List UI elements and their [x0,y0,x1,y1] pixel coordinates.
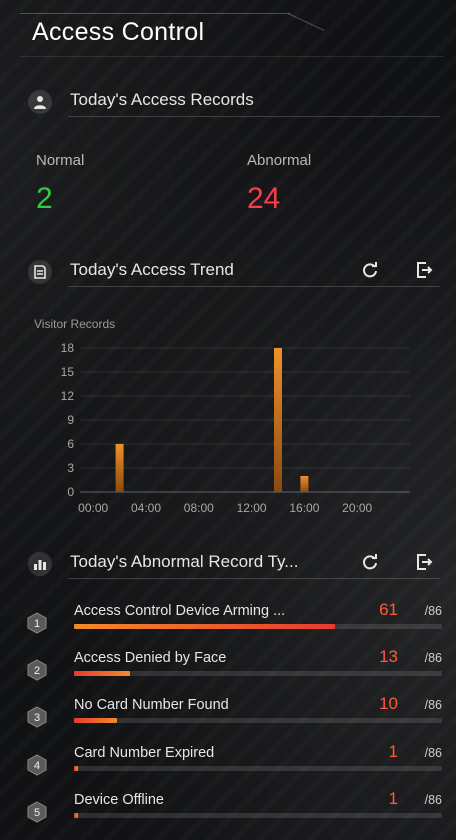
y-axis-label: Visitor Records [34,317,115,331]
progress-track [74,766,442,771]
list-item[interactable]: 5 Device Offline 1/86 [26,787,446,827]
x-tick-label: 16:00 [289,501,319,515]
export-icon [417,262,433,278]
user-icon [28,90,52,114]
section-title: Today's Access Trend [70,260,234,279]
refresh-button[interactable] [358,550,382,574]
section-title: Today's Abnormal Record Ty... [70,552,299,571]
rank-badge: 3 [27,706,47,728]
list-item[interactable]: 1 Access Control Device Arming ... 61/86 [26,598,446,638]
chart-svg: Visitor Records 0 3 6 9 12 15 18 00:00 04:00 08:00… [34,317,410,515]
item-label: No Card Number Found [74,697,229,713]
item-label: Access Control Device Arming ... [74,603,286,619]
item-count: 1 [388,789,398,808]
refresh-button[interactable] [358,258,382,282]
normal-count: 2 [36,182,53,215]
section-access-records: Today's Access Records [28,88,444,118]
list-item[interactable]: 4 Card Number Expired 1/86 [26,740,446,780]
section-divider [68,116,440,117]
section-divider [68,578,440,579]
rank-number: 2 [34,665,40,677]
progress-track [74,671,442,676]
item-count: 61 [379,600,398,619]
export-button[interactable] [412,550,436,574]
rank-badge: 4 [27,754,47,776]
rank-badge: 5 [27,801,47,823]
list-item[interactable]: 2 Access Denied by Face 13/86 [26,645,446,685]
refresh-icon [363,554,377,570]
progress-track [74,718,442,723]
progress-fill [74,671,130,676]
item-label: Device Offline [74,792,164,808]
progress-fill [74,718,117,723]
item-total: /86 [424,604,442,618]
item-total: /86 [424,746,442,760]
page-title: Access Control [32,18,205,46]
section-divider [68,286,440,287]
access-trend-chart: Visitor Records 0 3 6 9 12 15 18 00:00 04:00 08:00… [30,312,446,522]
panel-header: Access Control [20,8,444,57]
progress-track [74,624,442,629]
progress-track [74,813,442,818]
item-total: /86 [424,793,442,807]
bar [115,444,124,492]
normal-label: Normal [36,152,85,169]
x-tick-label: 00:00 [78,501,108,515]
rank-number: 5 [34,807,40,819]
section-abnormal-types: Today's Abnormal Record Ty... [28,550,444,580]
header-underline [20,56,444,57]
list-item[interactable]: 3 No Card Number Found 10/86 [26,692,446,732]
y-tick-label: 3 [67,461,74,475]
refresh-icon [363,262,377,278]
header-divider [20,13,290,14]
item-total: /86 [424,698,442,712]
item-total: /86 [424,651,442,665]
document-icon [28,260,52,284]
y-tick-label: 9 [67,413,74,427]
abnormal-label: Abnormal [247,152,312,169]
x-tick-label: 12:00 [237,501,267,515]
y-tick-label: 15 [61,365,75,379]
item-count: 10 [379,694,398,713]
export-icon [417,554,433,570]
y-tick-label: 0 [67,485,74,499]
item-label: Access Denied by Face [74,650,227,666]
access-control-panel: Access Control Today's Access Records No… [0,0,456,840]
rank-number: 4 [34,760,40,772]
rank-badge: 2 [27,659,47,681]
bar-chart-icon [28,552,52,576]
section-title: Today's Access Records [70,90,254,109]
progress-fill [74,624,336,629]
x-tick-label: 04:00 [131,501,161,515]
progress-fill [74,766,79,771]
rank-badge: 1 [27,612,47,634]
rank-number: 1 [34,618,40,630]
item-count: 13 [379,647,398,666]
item-count: 1 [388,742,398,761]
y-tick-label: 12 [61,389,75,403]
y-tick-label: 6 [67,437,74,451]
bar [300,476,309,492]
item-label: Card Number Expired [74,745,215,761]
rank-number: 3 [34,712,40,724]
progress-fill [74,813,79,818]
section-access-trend: Today's Access Trend [28,258,444,288]
x-tick-label: 08:00 [184,501,214,515]
abnormal-count: 24 [247,182,281,215]
header-divider-angle [287,13,325,31]
x-tick-label: 20:00 [342,501,372,515]
bar [274,348,282,492]
y-tick-label: 18 [61,341,75,355]
export-button[interactable] [412,258,436,282]
